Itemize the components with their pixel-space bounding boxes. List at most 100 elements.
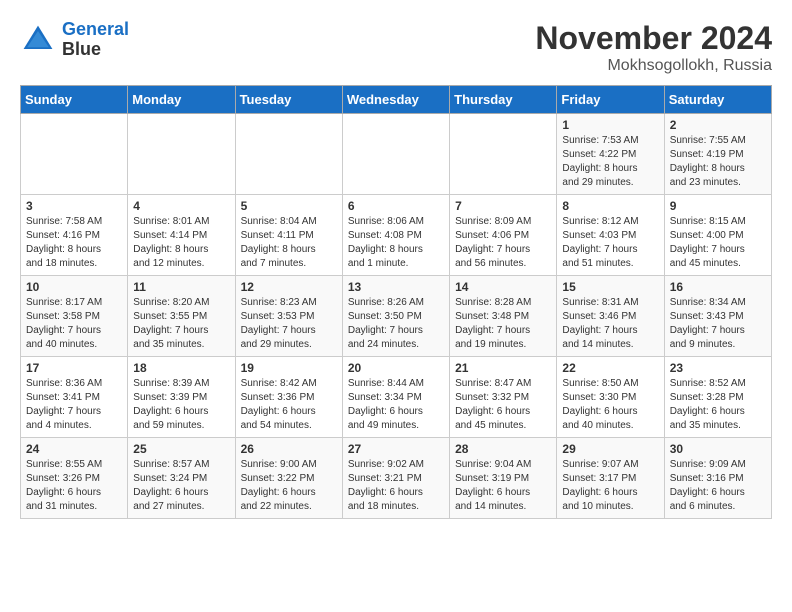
day-info: Sunrise: 8:23 AM Sunset: 3:53 PM Dayligh…	[241, 296, 337, 352]
day-number: 26	[241, 442, 337, 456]
calendar-cell: 29 Sunrise: 9:07 AM Sunset: 3:17 PM Dayli…	[557, 438, 664, 519]
day-info: Sunrise: 8:34 AM Sunset: 3:43 PM Dayligh…	[670, 296, 766, 352]
calendar-week-row: 10 Sunrise: 8:17 AM Sunset: 3:58 PM Dayli…	[21, 276, 772, 357]
calendar-cell: 13 Sunrise: 8:26 AM Sunset: 3:50 PM Dayli…	[342, 276, 449, 357]
title-block: November 2024 Mokhsogollokh, Russia	[535, 20, 772, 75]
weekday-header: Thursday	[450, 86, 557, 114]
day-info: Sunrise: 8:09 AM Sunset: 4:06 PM Dayligh…	[455, 215, 551, 271]
calendar-cell: 22Sunrise: 8:50 AM Sunset: 3:30 PM Dayli…	[557, 357, 664, 438]
calendar-cell: 26 Sunrise: 9:00 AM Sunset: 3:22 PM Dayli…	[235, 438, 342, 519]
day-info: Sunrise: 8:12 AM Sunset: 4:03 PM Dayligh…	[562, 215, 658, 271]
day-number: 3	[26, 199, 122, 213]
calendar-week-row: 3 Sunrise: 7:58 AM Sunset: 4:16 PM Daylig…	[21, 195, 772, 276]
day-number: 24	[26, 442, 122, 456]
day-number: 16	[670, 280, 766, 294]
day-info: Sunrise: 9:00 AM Sunset: 3:22 PM Dayligh…	[241, 458, 337, 514]
calendar-cell: 18 Sunrise: 8:39 AM Sunset: 3:39 PM Dayli…	[128, 357, 235, 438]
day-number: 5	[241, 199, 337, 213]
calendar-cell: 3 Sunrise: 7:58 AM Sunset: 4:16 PM Daylig…	[21, 195, 128, 276]
logo-icon	[20, 22, 56, 58]
day-info: Sunrise: 8:57 AM Sunset: 3:24 PM Dayligh…	[133, 458, 229, 514]
calendar-cell	[21, 114, 128, 195]
calendar-cell: 12 Sunrise: 8:23 AM Sunset: 3:53 PM Dayli…	[235, 276, 342, 357]
calendar-cell: 20Sunrise: 8:44 AM Sunset: 3:34 PM Dayli…	[342, 357, 449, 438]
logo-line1: General	[62, 19, 129, 39]
logo-text: General Blue	[62, 20, 129, 60]
day-number: 4	[133, 199, 229, 213]
day-number: 6	[348, 199, 444, 213]
calendar-cell: 28 Sunrise: 9:04 AM Sunset: 3:19 PM Dayli…	[450, 438, 557, 519]
day-number: 9	[670, 199, 766, 213]
weekday-header: Friday	[557, 86, 664, 114]
day-number: 13	[348, 280, 444, 294]
weekday-header: Saturday	[664, 86, 771, 114]
calendar-cell: 25Sunrise: 8:57 AM Sunset: 3:24 PM Dayli…	[128, 438, 235, 519]
day-info: Sunrise: 8:42 AM Sunset: 3:36 PM Dayligh…	[241, 377, 337, 433]
logo-line2: Blue	[62, 40, 129, 60]
calendar-cell: 1 Sunrise: 7:53 AM Sunset: 4:22 PM Daylig…	[557, 114, 664, 195]
day-info: Sunrise: 8:50 AM Sunset: 3:30 PM Dayligh…	[562, 377, 658, 433]
calendar-cell: 14 Sunrise: 8:28 AM Sunset: 3:48 PM Dayli…	[450, 276, 557, 357]
calendar: SundayMondayTuesdayWednesdayThursdayFrid…	[20, 85, 772, 519]
calendar-cell: 17Sunrise: 8:36 AM Sunset: 3:41 PM Dayli…	[21, 357, 128, 438]
calendar-cell: 7Sunrise: 8:09 AM Sunset: 4:06 PM Daylig…	[450, 195, 557, 276]
day-info: Sunrise: 8:52 AM Sunset: 3:28 PM Dayligh…	[670, 377, 766, 433]
day-info: Sunrise: 9:09 AM Sunset: 3:16 PM Dayligh…	[670, 458, 766, 514]
calendar-cell: 5 Sunrise: 8:04 AM Sunset: 4:11 PM Daylig…	[235, 195, 342, 276]
weekday-header: Wednesday	[342, 86, 449, 114]
day-info: Sunrise: 7:53 AM Sunset: 4:22 PM Dayligh…	[562, 134, 658, 190]
weekday-header: Tuesday	[235, 86, 342, 114]
day-info: Sunrise: 8:15 AM Sunset: 4:00 PM Dayligh…	[670, 215, 766, 271]
calendar-cell	[342, 114, 449, 195]
calendar-cell: 8 Sunrise: 8:12 AM Sunset: 4:03 PM Daylig…	[557, 195, 664, 276]
calendar-cell: 2Sunrise: 7:55 AM Sunset: 4:19 PM Daylig…	[664, 114, 771, 195]
day-number: 17	[26, 361, 122, 375]
day-number: 10	[26, 280, 122, 294]
calendar-cell: 23 Sunrise: 8:52 AM Sunset: 3:28 PM Dayli…	[664, 357, 771, 438]
weekday-header: Sunday	[21, 86, 128, 114]
calendar-cell: 9 Sunrise: 8:15 AM Sunset: 4:00 PM Daylig…	[664, 195, 771, 276]
day-number: 19	[241, 361, 337, 375]
calendar-week-row: 24 Sunrise: 8:55 AM Sunset: 3:26 PM Dayli…	[21, 438, 772, 519]
calendar-cell: 21Sunrise: 8:47 AM Sunset: 3:32 PM Dayli…	[450, 357, 557, 438]
day-number: 23	[670, 361, 766, 375]
weekday-header: Monday	[128, 86, 235, 114]
day-info: Sunrise: 8:39 AM Sunset: 3:39 PM Dayligh…	[133, 377, 229, 433]
location-title: Mokhsogollokh, Russia	[535, 57, 772, 75]
day-info: Sunrise: 8:04 AM Sunset: 4:11 PM Dayligh…	[241, 215, 337, 271]
weekday-header-row: SundayMondayTuesdayWednesdayThursdayFrid…	[21, 86, 772, 114]
calendar-cell: 6Sunrise: 8:06 AM Sunset: 4:08 PM Daylig…	[342, 195, 449, 276]
day-info: Sunrise: 9:04 AM Sunset: 3:19 PM Dayligh…	[455, 458, 551, 514]
day-number: 29	[562, 442, 658, 456]
page-header: General Blue November 2024 Mokhsogollokh…	[20, 20, 772, 75]
day-info: Sunrise: 8:17 AM Sunset: 3:58 PM Dayligh…	[26, 296, 122, 352]
calendar-cell: 15Sunrise: 8:31 AM Sunset: 3:46 PM Dayli…	[557, 276, 664, 357]
day-info: Sunrise: 9:07 AM Sunset: 3:17 PM Dayligh…	[562, 458, 658, 514]
day-info: Sunrise: 8:20 AM Sunset: 3:55 PM Dayligh…	[133, 296, 229, 352]
logo: General Blue	[20, 20, 129, 60]
calendar-cell: 24 Sunrise: 8:55 AM Sunset: 3:26 PM Dayli…	[21, 438, 128, 519]
calendar-cell	[450, 114, 557, 195]
day-info: Sunrise: 8:26 AM Sunset: 3:50 PM Dayligh…	[348, 296, 444, 352]
day-number: 12	[241, 280, 337, 294]
day-number: 8	[562, 199, 658, 213]
day-number: 18	[133, 361, 229, 375]
day-number: 1	[562, 118, 658, 132]
day-info: Sunrise: 7:55 AM Sunset: 4:19 PM Dayligh…	[670, 134, 766, 190]
calendar-cell: 19 Sunrise: 8:42 AM Sunset: 3:36 PM Dayli…	[235, 357, 342, 438]
day-info: Sunrise: 8:55 AM Sunset: 3:26 PM Dayligh…	[26, 458, 122, 514]
day-info: Sunrise: 8:28 AM Sunset: 3:48 PM Dayligh…	[455, 296, 551, 352]
calendar-cell: 10 Sunrise: 8:17 AM Sunset: 3:58 PM Dayli…	[21, 276, 128, 357]
day-number: 11	[133, 280, 229, 294]
calendar-cell: 30 Sunrise: 9:09 AM Sunset: 3:16 PM Dayli…	[664, 438, 771, 519]
month-title: November 2024	[535, 20, 772, 57]
day-number: 28	[455, 442, 551, 456]
day-info: Sunrise: 9:02 AM Sunset: 3:21 PM Dayligh…	[348, 458, 444, 514]
day-info: Sunrise: 8:31 AM Sunset: 3:46 PM Dayligh…	[562, 296, 658, 352]
day-number: 21	[455, 361, 551, 375]
day-info: Sunrise: 7:58 AM Sunset: 4:16 PM Dayligh…	[26, 215, 122, 271]
calendar-week-row: 17Sunrise: 8:36 AM Sunset: 3:41 PM Dayli…	[21, 357, 772, 438]
day-number: 14	[455, 280, 551, 294]
calendar-cell: 27Sunrise: 9:02 AM Sunset: 3:21 PM Dayli…	[342, 438, 449, 519]
day-number: 30	[670, 442, 766, 456]
